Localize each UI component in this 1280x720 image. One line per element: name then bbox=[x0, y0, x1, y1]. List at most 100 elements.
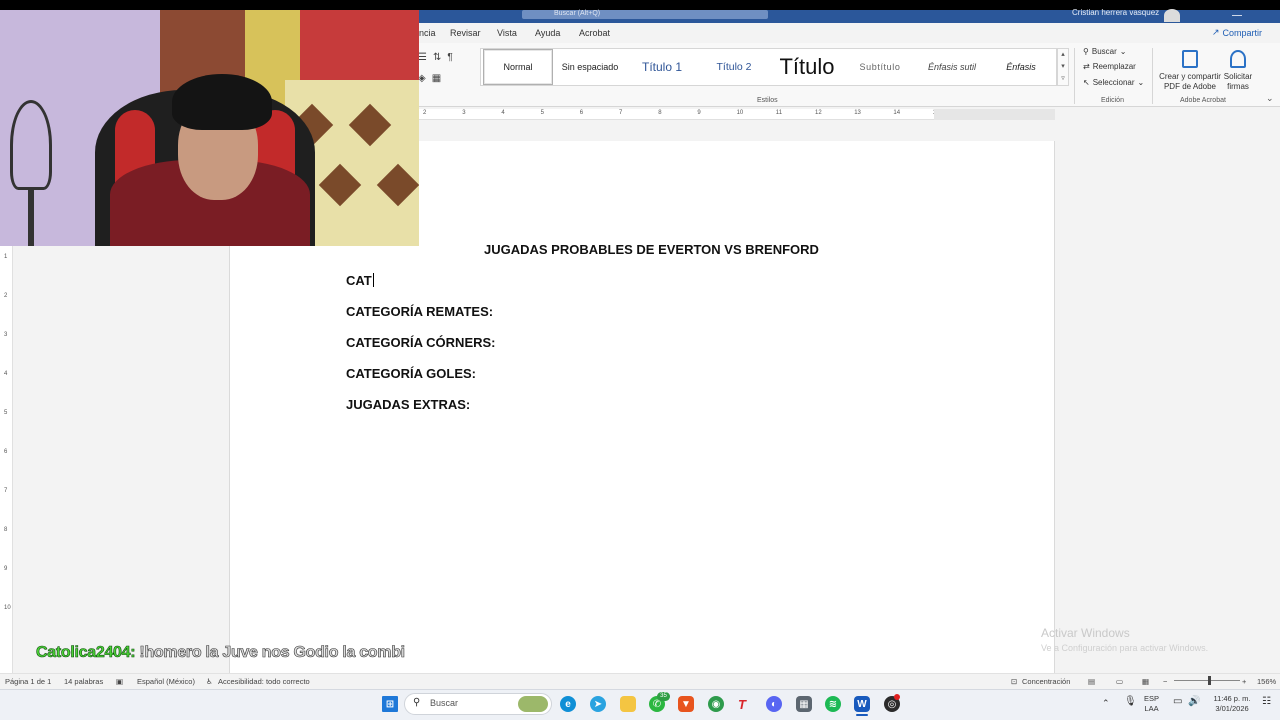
proofing-icon[interactable]: ▣ bbox=[116, 677, 123, 686]
zoom-out-icon[interactable]: − bbox=[1163, 677, 1167, 686]
page-count[interactable]: Página 1 de 1 bbox=[5, 677, 51, 686]
document-line-text: CAT bbox=[346, 273, 372, 288]
style-no-spacing[interactable]: Sin espaciado bbox=[555, 49, 625, 85]
paragraph-tools-row1: ☰ ⇅ ¶ bbox=[418, 52, 453, 63]
pdf-icon bbox=[1182, 50, 1198, 68]
chat-username: Catolica2404: bbox=[36, 644, 136, 662]
language-status[interactable]: Español (México) bbox=[137, 677, 195, 686]
clock-date: 3/01/2026 bbox=[1215, 704, 1249, 713]
fan-stand bbox=[28, 190, 34, 246]
telegram-icon[interactable]: ➤ bbox=[590, 696, 606, 712]
borders-icon[interactable]: ▦ bbox=[432, 73, 441, 84]
word-count[interactable]: 14 palabras bbox=[64, 677, 103, 686]
zoom-slider[interactable] bbox=[1174, 680, 1240, 681]
document-line[interactable]: CATEGORÍA CÓRNERS: bbox=[346, 335, 496, 350]
focus-mode[interactable]: Concentración bbox=[1022, 677, 1070, 686]
style-title[interactable]: Título bbox=[771, 49, 843, 85]
read-mode-icon[interactable]: ▤ bbox=[1088, 677, 1095, 686]
find-button[interactable]: ⚲ Buscar ⌄ bbox=[1083, 47, 1126, 56]
web-layout-icon[interactable]: ▦ bbox=[1142, 677, 1149, 686]
tab-help[interactable]: Ayuda bbox=[535, 28, 560, 38]
spotify-icon[interactable]: ≋ bbox=[825, 696, 841, 712]
ruler-tick-label: 2 bbox=[423, 110, 427, 116]
ruler-tick-label: 4 bbox=[4, 371, 8, 377]
ruler-tick-label: 10 bbox=[736, 110, 744, 116]
fan bbox=[10, 100, 52, 190]
request-sign-label: Solicitar firmas bbox=[1223, 72, 1253, 91]
style-heading-2[interactable]: Título 2 bbox=[699, 49, 769, 85]
user-name: Cristian herrera vasquez bbox=[1072, 8, 1160, 17]
document-line[interactable]: JUGADAS EXTRAS: bbox=[346, 397, 470, 412]
zoom-level[interactable]: 156% bbox=[1257, 677, 1276, 686]
activation-watermark-title: Activar Windows bbox=[1041, 626, 1130, 640]
select-button[interactable]: ↖ Seleccionar ⌄ bbox=[1083, 78, 1144, 87]
input-language[interactable]: ESP LAA bbox=[1144, 694, 1159, 714]
bed-pattern bbox=[318, 163, 362, 207]
ruler-tick-label: 7 bbox=[4, 488, 8, 494]
request-sign-button[interactable]: Solicitar firmas bbox=[1221, 50, 1255, 92]
chevron-up-icon[interactable]: ⌃ bbox=[1102, 698, 1110, 708]
create-pdf-button[interactable]: Crear y compartir PDF de Adobe bbox=[1157, 50, 1223, 92]
clock[interactable]: 11:46 p. m. 3/01/2026 bbox=[1208, 694, 1256, 714]
tab-view[interactable]: Vista bbox=[497, 28, 517, 38]
styles-scroll[interactable]: ▴ ▾ ▿ bbox=[1057, 48, 1069, 86]
collapse-ribbon-icon[interactable]: ⌄ bbox=[1266, 93, 1274, 104]
brave-icon[interactable]: ▼ bbox=[678, 696, 694, 712]
minimize-button[interactable] bbox=[1232, 10, 1242, 16]
document-line[interactable]: CATEGORÍA REMATES: bbox=[346, 304, 493, 319]
sort-icon[interactable]: ⇅ bbox=[433, 52, 441, 63]
windows-start-icon[interactable]: ⊞ bbox=[382, 696, 398, 712]
style-subtitle[interactable]: Subtítulo bbox=[845, 49, 915, 85]
tab-review[interactable]: Revisar bbox=[450, 28, 481, 38]
word-icon[interactable]: W bbox=[854, 696, 870, 712]
acrobat-group-label: Adobe Acrobat bbox=[1180, 97, 1226, 104]
tab-acrobat[interactable]: Acrobat bbox=[579, 28, 610, 38]
bullets-icon[interactable]: ☰ bbox=[418, 52, 427, 63]
file-explorer-icon[interactable] bbox=[620, 696, 636, 712]
edge-icon[interactable]: e bbox=[560, 696, 576, 712]
tab-references[interactable]: ncia bbox=[419, 28, 436, 38]
style-subtle-emphasis-label: Énfasis sutil bbox=[927, 62, 977, 72]
share-icon: ↗ bbox=[1212, 27, 1220, 37]
styles-group-label: Estilos bbox=[757, 97, 778, 104]
calculator-icon[interactable]: ▦ bbox=[796, 696, 812, 712]
ruler-tick-label: 2 bbox=[4, 293, 8, 299]
print-layout-icon[interactable]: ▭ bbox=[1116, 677, 1123, 686]
whatsapp-badge: 35 bbox=[657, 692, 670, 701]
widgets-icon[interactable] bbox=[518, 696, 548, 712]
document-line[interactable]: CATEGORÍA GOLES: bbox=[346, 366, 476, 381]
search-box[interactable]: Buscar (Alt+Q) bbox=[522, 10, 768, 19]
document-title[interactable]: JUGADAS PROBABLES DE EVERTON VS BRENFORD bbox=[484, 242, 819, 257]
pilcrow-icon[interactable]: ¶ bbox=[447, 52, 452, 63]
document-line-current[interactable]: CAT bbox=[346, 273, 374, 288]
discord-icon[interactable]: ◐ bbox=[766, 696, 782, 712]
style-emphasis[interactable]: Énfasis bbox=[987, 49, 1055, 85]
search-placeholder: Buscar (Alt+Q) bbox=[554, 10, 601, 17]
style-subtle-emphasis[interactable]: Énfasis sutil bbox=[917, 49, 987, 85]
accessibility-status[interactable]: Accesibilidad: todo correcto bbox=[218, 677, 310, 686]
shading-icon[interactable]: ◈ bbox=[418, 73, 426, 84]
zoom-slider-thumb[interactable] bbox=[1208, 676, 1211, 685]
vertical-ruler[interactable]: 1 2 3 4 5 6 7 8 9 10 bbox=[0, 246, 13, 673]
ruler-tick-label: 5 bbox=[4, 410, 8, 416]
zoom-in-icon[interactable]: + bbox=[1242, 677, 1246, 686]
style-normal[interactable]: Normal bbox=[483, 49, 553, 85]
typora-icon[interactable]: T bbox=[734, 696, 750, 712]
status-bar: Página 1 de 1 14 palabras ▣ Español (Méx… bbox=[0, 673, 1280, 689]
ruler-tick-label: 3 bbox=[462, 110, 466, 116]
replace-button[interactable]: ⇄ Reemplazar bbox=[1083, 62, 1136, 71]
replace-label: Reemplazar bbox=[1092, 62, 1136, 71]
ruler-tick-label: 4 bbox=[501, 110, 505, 116]
share-button[interactable]: ↗ Compartir bbox=[1212, 27, 1262, 38]
styles-gallery: Normal Sin espaciado Título 1 Título 2 T… bbox=[480, 48, 1057, 86]
focus-icon[interactable]: ⊡ bbox=[1011, 677, 1017, 686]
network-icon[interactable]: ▭ bbox=[1173, 697, 1182, 707]
volume-icon[interactable]: 🔊 bbox=[1188, 697, 1200, 707]
microphone-icon[interactable]: 🎙 bbox=[1124, 697, 1137, 707]
avatar[interactable] bbox=[1164, 9, 1180, 22]
ruler-tick-label: 10 bbox=[4, 605, 11, 611]
style-heading-2-label: Título 2 bbox=[716, 61, 752, 73]
style-heading-1[interactable]: Título 1 bbox=[627, 49, 697, 85]
chrome-icon[interactable]: ◉ bbox=[708, 696, 724, 712]
notifications-icon[interactable]: ☷ bbox=[1262, 697, 1271, 707]
